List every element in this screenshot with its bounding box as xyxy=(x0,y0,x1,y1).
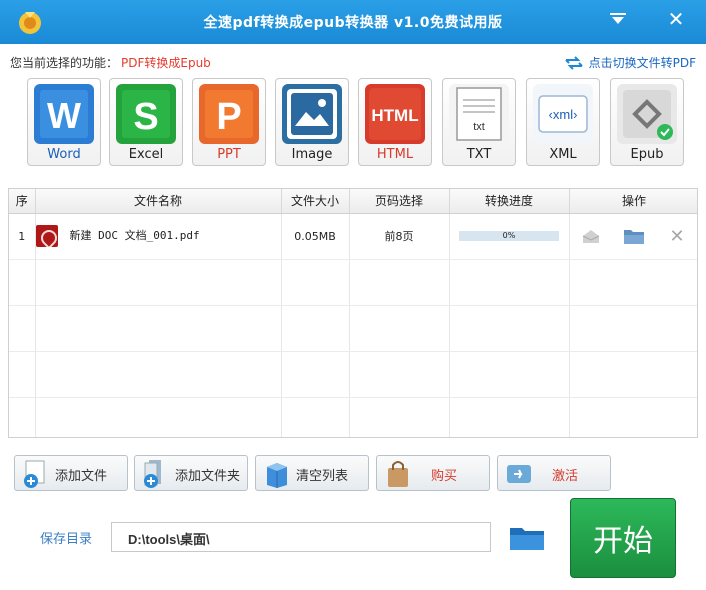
clear-list-label: 清空列表 xyxy=(296,469,349,484)
format-ppt-button[interactable]: P PPT xyxy=(192,78,266,166)
row-actions-cell: ✕ xyxy=(569,213,697,260)
svg-text:P: P xyxy=(216,96,241,138)
table-row-empty xyxy=(9,351,697,398)
clear-list-button[interactable]: 清空列表 xyxy=(255,455,369,491)
add-file-icon xyxy=(24,460,45,488)
folder-icon[interactable] xyxy=(623,225,645,247)
folder-icon xyxy=(510,528,544,550)
save-directory-label: 保存目录 xyxy=(40,532,93,547)
svg-text:‹xml›: ‹xml› xyxy=(549,107,578,122)
add-file-label: 添加文件 xyxy=(55,469,108,484)
word-icon: W xyxy=(34,84,94,144)
file-list-table[interactable]: 序 文件名称 文件大小 页码选择 转换进度 操作 1 新建 DOC 文档_001… xyxy=(8,188,698,438)
title-bar: 全速pdf转换成epub转换器 v1.0免费试用版 ✕ xyxy=(0,0,706,44)
activate-label: 激活 xyxy=(552,469,579,484)
column-header-size: 文件大小 xyxy=(281,189,350,214)
row-filename: 新建 DOC 文档_001.pdf xyxy=(69,229,200,242)
pdf-file-icon xyxy=(35,225,58,247)
progress-text: 0% xyxy=(502,231,516,240)
switch-link-label: 点击切换文件转PDF xyxy=(588,56,696,70)
switch-to-pdf-link[interactable]: 点击切换文件转PDF xyxy=(564,54,696,71)
table-row-empty xyxy=(9,397,697,437)
add-folder-icon xyxy=(144,460,161,488)
svg-text:W: W xyxy=(47,95,81,136)
current-function-label: 您当前选择的功能： xyxy=(10,56,119,70)
progress-bar: 0% xyxy=(459,231,559,241)
delete-icon[interactable]: ✕ xyxy=(666,225,688,247)
format-label: XML xyxy=(549,147,577,162)
xml-icon: ‹xml› xyxy=(533,84,593,144)
table-header-row: 序 文件名称 文件大小 页码选择 转换进度 操作 xyxy=(9,189,697,214)
add-file-button[interactable]: 添加文件 xyxy=(14,455,128,491)
add-folder-label: 添加文件夹 xyxy=(175,469,241,484)
excel-icon: S xyxy=(116,84,176,144)
swap-arrows-icon xyxy=(564,55,583,70)
format-label: Image xyxy=(291,147,333,162)
column-header-progress: 转换进度 xyxy=(449,189,570,214)
open-output-icon[interactable] xyxy=(580,225,602,247)
row-size: 0.05MB xyxy=(281,213,350,260)
column-header-filename: 文件名称 xyxy=(35,189,282,214)
svg-text:HTML: HTML xyxy=(371,106,418,125)
close-button[interactable]: ✕ xyxy=(664,7,688,31)
table-row-empty xyxy=(9,259,697,306)
table-row-empty xyxy=(9,305,697,352)
html-icon: HTML xyxy=(365,84,425,144)
image-icon xyxy=(282,84,342,144)
format-label: Excel xyxy=(128,147,164,162)
format-word-button[interactable]: W Word xyxy=(27,78,101,166)
shopping-bag-icon xyxy=(388,461,408,487)
svg-text:txt: txt xyxy=(473,121,485,133)
activate-icon xyxy=(507,465,531,483)
format-xml-button[interactable]: ‹xml› XML xyxy=(526,78,600,166)
epub-icon xyxy=(617,84,677,144)
column-header-index: 序 xyxy=(9,189,36,214)
menu-dropdown-button[interactable] xyxy=(606,8,630,30)
column-header-pages: 页码选择 xyxy=(349,189,450,214)
start-button[interactable]: 开始 xyxy=(570,498,676,578)
row-filename-cell: 新建 DOC 文档_001.pdf xyxy=(35,213,282,260)
table-row[interactable]: 1 新建 DOC 文档_001.pdf 0.05MB 前8页 0% ✕ xyxy=(9,213,697,260)
save-directory-input[interactable]: D:\tools\桌面\ xyxy=(111,522,491,552)
row-index: 1 xyxy=(9,213,36,260)
trash-box-icon xyxy=(267,463,287,488)
ppt-icon: P xyxy=(199,84,259,144)
format-image-button[interactable]: Image xyxy=(275,78,349,166)
format-label: TXT xyxy=(466,147,492,162)
format-label: PPT xyxy=(217,147,241,162)
format-label: Word xyxy=(47,147,81,162)
format-epub-button[interactable]: Epub xyxy=(610,78,684,166)
row-progress-cell: 0% xyxy=(449,213,570,260)
svg-text:S: S xyxy=(133,96,158,138)
current-function-value: PDF转换成Epub xyxy=(121,56,211,70)
activate-button[interactable]: 激活 xyxy=(497,455,611,491)
buy-button[interactable]: 购买 xyxy=(376,455,490,491)
format-label: HTML xyxy=(376,147,414,162)
format-txt-button[interactable]: txt TXT xyxy=(442,78,516,166)
buy-label: 购买 xyxy=(431,469,458,484)
format-html-button[interactable]: HTML HTML xyxy=(358,78,432,166)
column-header-actions: 操作 xyxy=(569,189,697,214)
add-folder-button[interactable]: 添加文件夹 xyxy=(134,455,248,491)
browse-folder-button[interactable] xyxy=(508,522,546,552)
row-pages[interactable]: 前8页 xyxy=(349,213,450,260)
format-excel-button[interactable]: S Excel xyxy=(109,78,183,166)
window-title: 全速pdf转换成epub转换器 v1.0免费试用版 xyxy=(203,15,503,31)
txt-icon: txt xyxy=(449,84,509,144)
format-label: Epub xyxy=(630,147,664,162)
